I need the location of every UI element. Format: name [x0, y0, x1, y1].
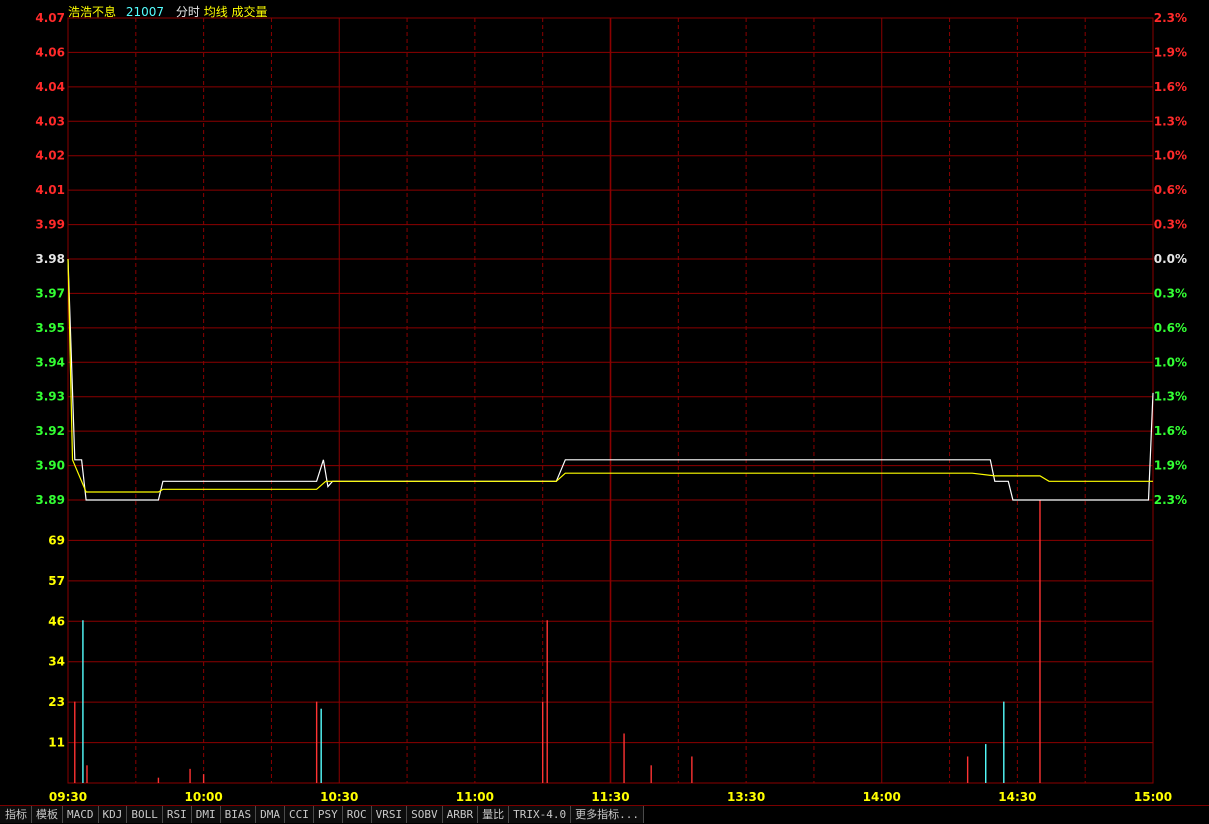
price-tick-label: 3.97 — [35, 286, 65, 300]
pct-tick-label: 1.9% — [1154, 45, 1187, 59]
stock-name: 浩浩不息 — [68, 5, 117, 19]
price-tick-label: 3.93 — [35, 390, 65, 404]
time-tick-label: 11:30 — [591, 790, 629, 804]
time-tick-label: 10:30 — [320, 790, 358, 804]
price-tick-label: 3.89 — [35, 493, 65, 507]
pct-tick-label: 2.3% — [1154, 493, 1187, 507]
price-tick-label: 3.99 — [35, 218, 65, 232]
indicator-tab[interactable]: BIAS — [220, 806, 257, 823]
pct-tick-label: 0.3% — [1154, 218, 1187, 232]
header-item-volume: 成交量 — [231, 5, 268, 19]
pct-tick-label: 1.0% — [1154, 149, 1187, 163]
indicator-tab[interactable]: MACD — [63, 806, 99, 823]
intraday-chart: 4.07 2.3% 4.06 1.9% 4.04 1.6% 4.03 1.3% 4.02 1.0%… — [35, 11, 1187, 804]
grid-lines — [67, 17, 1154, 784]
pct-tick-label: 1.3% — [1154, 114, 1187, 128]
time-tick-label: 11:00 — [456, 790, 494, 804]
indicator-tab[interactable]: 更多指标... — [571, 806, 644, 823]
indicator-tab[interactable]: VRSI — [371, 806, 408, 823]
volume-bars — [74, 500, 1041, 783]
price-tick-label: 4.04 — [35, 80, 65, 94]
price-tick-label: 4.02 — [35, 149, 65, 163]
price-tick-label: 4.06 — [35, 45, 65, 59]
time-tick-label: 14:30 — [998, 790, 1036, 804]
pct-tick-label: 0.6% — [1154, 183, 1187, 197]
time-tick-label: 14:00 — [863, 790, 901, 804]
indicator-tab[interactable]: 指标 — [0, 806, 32, 823]
pct-tick-label: 0.3% — [1154, 286, 1187, 300]
pct-tick-label: 1.3% — [1154, 390, 1187, 404]
volume-tick-label: 57 — [48, 574, 65, 588]
pct-tick-label: 1.6% — [1154, 80, 1187, 94]
price-tick-label: 3.94 — [35, 355, 65, 369]
price-tick-label: 4.07 — [35, 11, 65, 25]
header-item-timeshare: 分时 — [175, 5, 200, 19]
time-tick-label: 15:00 — [1134, 790, 1172, 804]
indicator-tab[interactable]: TRIX-4.0 — [509, 806, 572, 823]
pct-tick-label: 1.0% — [1154, 355, 1187, 369]
price-tick-label: 3.90 — [35, 459, 65, 473]
indicator-tab[interactable]: BOLL — [127, 806, 163, 823]
stock-code: 21007 — [125, 5, 165, 19]
volume-tick-label: 11 — [48, 736, 65, 750]
pct-tick-label: 2.3% — [1154, 11, 1187, 25]
pct-tick-label: 1.9% — [1154, 459, 1187, 473]
price-tick-label: 4.01 — [35, 183, 65, 197]
header-item-avg: 均线 — [203, 5, 228, 19]
price-tick-label: 3.95 — [35, 321, 65, 335]
volume-tick-label: 69 — [48, 533, 65, 547]
pct-tick-label: 0.6% — [1154, 321, 1187, 335]
time-tick-label: 10:00 — [185, 790, 223, 804]
indicator-tab[interactable]: PSY — [313, 806, 343, 823]
indicator-tab[interactable]: KDJ — [98, 806, 128, 823]
price-tick-label: 4.03 — [35, 114, 65, 128]
indicator-tab[interactable]: 模板 — [32, 806, 63, 823]
indicator-tab[interactable]: ARBR — [442, 806, 479, 823]
indicator-tab[interactable]: 量比 — [478, 806, 510, 823]
time-tick-label: 13:30 — [727, 790, 765, 804]
volume-tick-label: 46 — [48, 614, 65, 628]
indicator-tab[interactable]: DMA — [256, 806, 285, 823]
time-tick-label: 09:30 — [49, 790, 87, 804]
volume-tick-label: 34 — [48, 655, 65, 669]
pct-tick-label: 1.6% — [1154, 424, 1187, 438]
price-tick-label: 3.92 — [35, 424, 65, 438]
indicator-tab[interactable]: ROC — [342, 806, 372, 823]
volume-tick-label: 23 — [48, 695, 65, 709]
indicator-tab[interactable]: RSI — [162, 806, 192, 823]
indicator-tab-bar: 指标 模板 MACD KDJ BOLL RSI DMI BIAS DMA CCI PSY ROC VRS… — [0, 805, 1209, 824]
pct-tick-label: 0.0% — [1154, 252, 1187, 266]
chart-header: 浩浩不息 21007 分时 均线 成交量 — [68, 3, 268, 20]
price-tick-label: 3.98 — [35, 252, 65, 266]
indicator-tab[interactable]: SOBV — [407, 806, 443, 823]
indicator-tab[interactable]: DMI — [191, 806, 221, 823]
indicator-tab[interactable]: CCI — [285, 806, 314, 823]
